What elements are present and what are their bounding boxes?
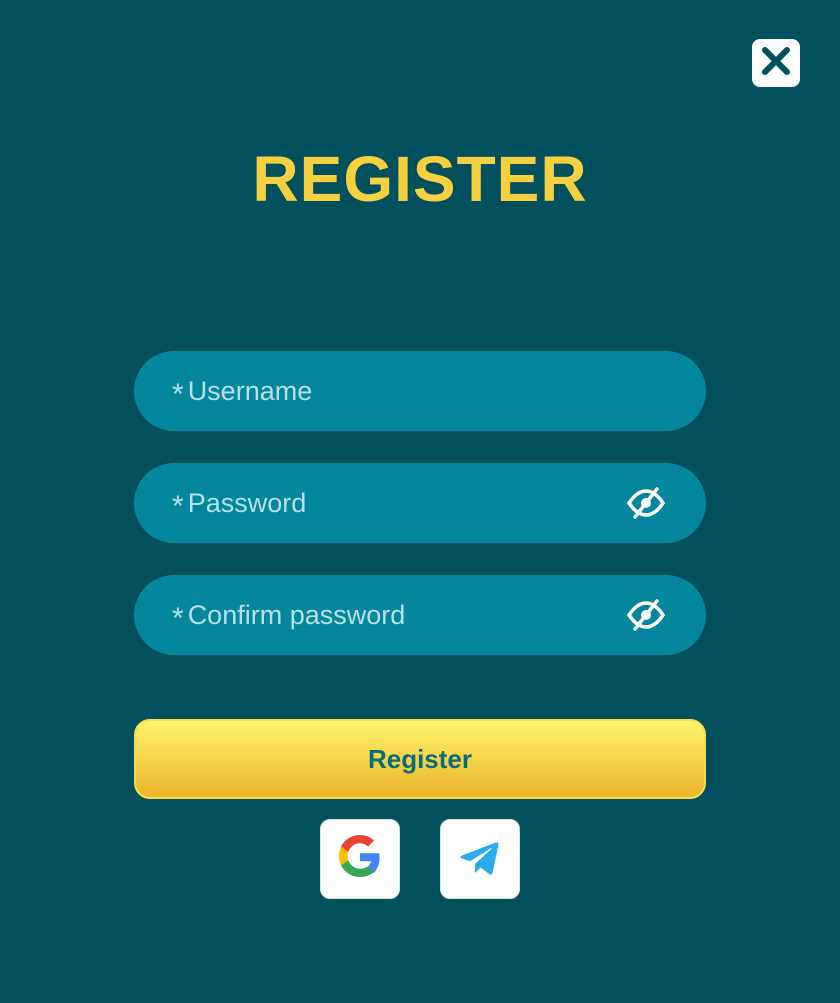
- google-login-button[interactable]: [320, 819, 400, 899]
- password-input[interactable]: [187, 463, 626, 543]
- eye-slash-icon[interactable]: [626, 483, 666, 523]
- confirm-password-field[interactable]: *: [134, 575, 706, 655]
- username-input[interactable]: [187, 351, 666, 431]
- page-title: REGISTER: [252, 143, 588, 215]
- required-marker: *: [172, 490, 184, 523]
- telegram-login-button[interactable]: [440, 819, 520, 899]
- google-icon: [336, 833, 384, 886]
- password-field[interactable]: *: [134, 463, 706, 543]
- confirm-password-input[interactable]: [187, 575, 626, 655]
- required-marker: *: [172, 378, 184, 411]
- register-modal: REGISTER * * * Register: [0, 0, 840, 1003]
- close-button[interactable]: [752, 39, 800, 87]
- close-icon: [759, 44, 793, 83]
- eye-slash-icon[interactable]: [626, 595, 666, 635]
- register-button[interactable]: Register: [134, 719, 706, 799]
- username-field[interactable]: *: [134, 351, 706, 431]
- required-marker: *: [172, 602, 184, 635]
- telegram-icon: [456, 833, 504, 886]
